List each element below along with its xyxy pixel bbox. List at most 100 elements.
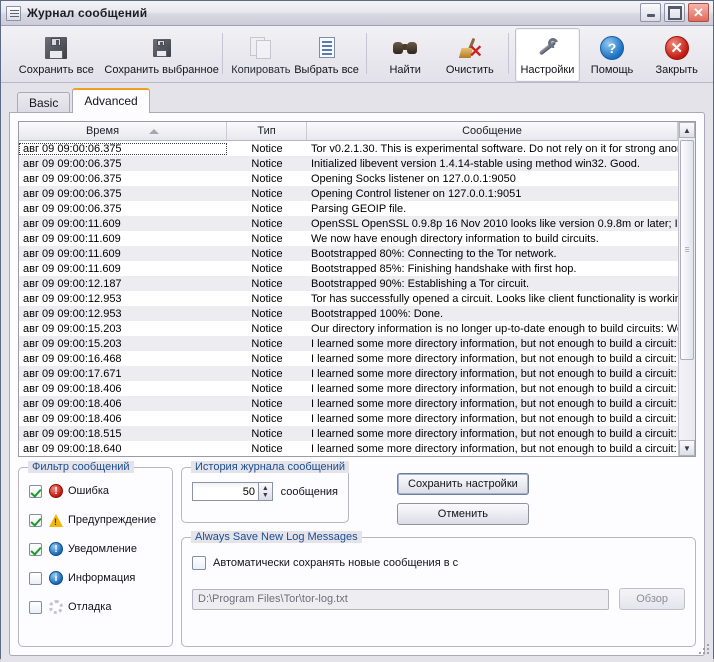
cell-time: авг 09 09:00:11.609 bbox=[19, 248, 227, 260]
history-size-spin-buttons[interactable]: ▲ ▼ bbox=[259, 482, 273, 501]
info-icon bbox=[49, 571, 63, 585]
table-row[interactable]: авг 09 09:00:18.406NoticeI learned some … bbox=[19, 381, 695, 396]
column-header-type[interactable]: Тип bbox=[227, 122, 307, 140]
cell-type: Notice bbox=[227, 383, 307, 395]
filter-row-info[interactable]: Информация bbox=[29, 567, 162, 589]
toolbar-select-all-button[interactable]: Выбрать все bbox=[293, 28, 360, 82]
toolbar-settings-label: Настройки bbox=[520, 64, 574, 76]
cancel-button[interactable]: Отменить bbox=[397, 503, 529, 525]
cell-message: Our directory information is no longer u… bbox=[307, 323, 695, 335]
column-header-message[interactable]: Сообщение bbox=[307, 122, 678, 140]
filter-checkbox-notice[interactable] bbox=[29, 543, 42, 556]
autosave-checkbox[interactable] bbox=[192, 556, 206, 570]
scroll-track[interactable] bbox=[679, 138, 695, 440]
cell-type: Notice bbox=[227, 338, 307, 350]
toolbar-copy-button[interactable]: Копировать bbox=[229, 28, 294, 82]
history-unit-label: сообщения bbox=[281, 486, 338, 498]
table-row[interactable]: авг 09 09:00:18.406NoticeI learned some … bbox=[19, 411, 695, 426]
history-and-buttons-row: История журнала сообщений 50 ▲ ▼ сообщен… bbox=[181, 467, 696, 525]
cell-type: Notice bbox=[227, 398, 307, 410]
filter-checkbox-debug[interactable] bbox=[29, 601, 42, 614]
log-scrollbar[interactable]: ▲ ▼ bbox=[678, 122, 695, 456]
save-settings-button[interactable]: Сохранить настройки bbox=[397, 473, 529, 495]
history-size-stepper[interactable]: 50 ▲ ▼ сообщения bbox=[192, 482, 338, 501]
table-row[interactable]: авг 09 09:00:11.609NoticeOpenSSL OpenSSL… bbox=[19, 216, 695, 231]
cell-type: Notice bbox=[227, 188, 307, 200]
tab-basic[interactable]: Basic bbox=[17, 92, 70, 113]
filter-checkbox-error[interactable] bbox=[29, 485, 42, 498]
tab-advanced[interactable]: Advanced bbox=[72, 88, 149, 113]
message-filter-group: Фильтр сообщений ОшибкаПредупреждениеУве… bbox=[18, 467, 173, 647]
maximize-button[interactable] bbox=[664, 3, 685, 22]
toolbar-help-button[interactable]: ? Помощь bbox=[580, 28, 645, 82]
toolbar-settings-button[interactable]: Настройки bbox=[515, 28, 580, 82]
filter-row-notice[interactable]: Уведомление bbox=[29, 538, 162, 560]
scroll-thumb[interactable] bbox=[680, 140, 694, 360]
log-table-body[interactable]: авг 09 09:00:06.375NoticeTor v0.2.1.30. … bbox=[19, 141, 695, 456]
close-window-button[interactable]: ✕ bbox=[688, 3, 709, 22]
table-row[interactable]: авг 09 09:00:06.375NoticeParsing GEOIP f… bbox=[19, 201, 695, 216]
table-row[interactable]: авг 09 09:00:06.375NoticeTor v0.2.1.30. … bbox=[19, 141, 695, 156]
table-row[interactable]: авг 09 09:00:12.953NoticeTor has success… bbox=[19, 291, 695, 306]
table-row[interactable]: авг 09 09:00:06.375NoticeOpening Socks l… bbox=[19, 171, 695, 186]
toolbar-find-button[interactable]: Найти bbox=[373, 28, 438, 82]
close-icon: ✕ bbox=[689, 4, 708, 21]
resize-grip[interactable] bbox=[698, 643, 710, 655]
minimize-button[interactable] bbox=[640, 3, 661, 22]
cell-message: Tor v0.2.1.30. This is experimental soft… bbox=[307, 143, 695, 155]
history-size-input[interactable]: 50 bbox=[192, 482, 259, 501]
toolbar-save-selected-button[interactable]: Сохранить выбранное bbox=[108, 28, 216, 82]
table-row[interactable]: авг 09 09:00:11.609NoticeBootstrapped 85… bbox=[19, 261, 695, 276]
cell-type: Notice bbox=[227, 368, 307, 380]
cell-message: We now have enough directory information… bbox=[307, 233, 695, 245]
cell-time: авг 09 09:00:18.406 bbox=[19, 398, 227, 410]
table-row[interactable]: авг 09 09:00:17.671NoticeI learned some … bbox=[19, 366, 695, 381]
log-table: Время Тип Сообщение авг 09 09:00:06.375N… bbox=[18, 121, 696, 457]
table-row[interactable]: авг 09 09:00:18.406NoticeI learned some … bbox=[19, 396, 695, 411]
table-row[interactable]: авг 09 09:00:18.515NoticeI learned some … bbox=[19, 426, 695, 441]
cell-type: Notice bbox=[227, 203, 307, 215]
filter-checkbox-info[interactable] bbox=[29, 572, 42, 585]
content-area: Basic Advanced Время Тип Сообщение bbox=[1, 83, 713, 662]
column-header-type-label: Тип bbox=[257, 125, 275, 137]
spin-down-icon[interactable]: ▼ bbox=[262, 492, 269, 499]
table-row[interactable]: авг 09 09:00:11.609NoticeWe now have eno… bbox=[19, 231, 695, 246]
scroll-down-button[interactable]: ▼ bbox=[679, 440, 695, 456]
cell-message: Bootstrapped 85%: Finishing handshake wi… bbox=[307, 263, 695, 275]
table-row[interactable]: авг 09 09:00:16.468NoticeI learned some … bbox=[19, 351, 695, 366]
table-row[interactable]: авг 09 09:00:18.640NoticeI learned some … bbox=[19, 441, 695, 456]
spin-up-icon[interactable]: ▲ bbox=[262, 485, 269, 492]
browse-button[interactable]: Обзор bbox=[619, 588, 685, 610]
toolbar-save-all-button[interactable]: Сохранить все bbox=[5, 28, 108, 82]
window-title: Журнал сообщений bbox=[27, 6, 147, 20]
table-row[interactable]: авг 09 09:00:11.609NoticeBootstrapped 80… bbox=[19, 246, 695, 261]
filter-row-debug[interactable]: Отладка bbox=[29, 596, 162, 618]
filter-row-error[interactable]: Ошибка bbox=[29, 480, 162, 502]
cell-message: Tor has successfully opened a circuit. L… bbox=[307, 293, 695, 305]
cell-type: Notice bbox=[227, 428, 307, 440]
cell-type: Notice bbox=[227, 308, 307, 320]
cell-time: авг 09 09:00:06.375 bbox=[19, 173, 227, 185]
scroll-up-button[interactable]: ▲ bbox=[679, 122, 695, 138]
toolbar-separator-3 bbox=[508, 33, 509, 74]
cell-time: авг 09 09:00:06.375 bbox=[19, 203, 227, 215]
log-path-input[interactable]: D:\Program Files\Tor\tor-log.txt bbox=[192, 589, 609, 610]
table-row[interactable]: авг 09 09:00:15.203NoticeI learned some … bbox=[19, 336, 695, 351]
cell-type: Notice bbox=[227, 218, 307, 230]
log-document-icon bbox=[6, 6, 21, 21]
autosave-checkbox-row[interactable]: Автоматически сохранять новые сообщения … bbox=[192, 556, 685, 570]
toolbar-close-button[interactable]: ✕ Закрыть bbox=[644, 28, 709, 82]
table-row[interactable]: авг 09 09:00:15.203NoticeOur directory i… bbox=[19, 321, 695, 336]
column-header-time[interactable]: Время bbox=[19, 122, 227, 140]
filter-checkbox-warning[interactable] bbox=[29, 514, 42, 527]
filter-row-warning[interactable]: Предупреждение bbox=[29, 509, 162, 531]
table-row[interactable]: авг 09 09:00:06.375NoticeInitialized lib… bbox=[19, 156, 695, 171]
toolbar-clear-button[interactable]: ✕ Очистить bbox=[438, 28, 503, 82]
table-row[interactable]: авг 09 09:00:06.375NoticeOpening Control… bbox=[19, 186, 695, 201]
floppy-disk-small-icon bbox=[151, 33, 173, 63]
title-bar: Журнал сообщений ✕ bbox=[1, 1, 713, 26]
table-row[interactable]: авг 09 09:00:12.953NoticeBootstrapped 10… bbox=[19, 306, 695, 321]
cell-message: I learned some more directory informatio… bbox=[307, 413, 695, 425]
filter-label-notice: Уведомление bbox=[68, 543, 137, 555]
table-row[interactable]: авг 09 09:00:12.187NoticeBootstrapped 90… bbox=[19, 276, 695, 291]
